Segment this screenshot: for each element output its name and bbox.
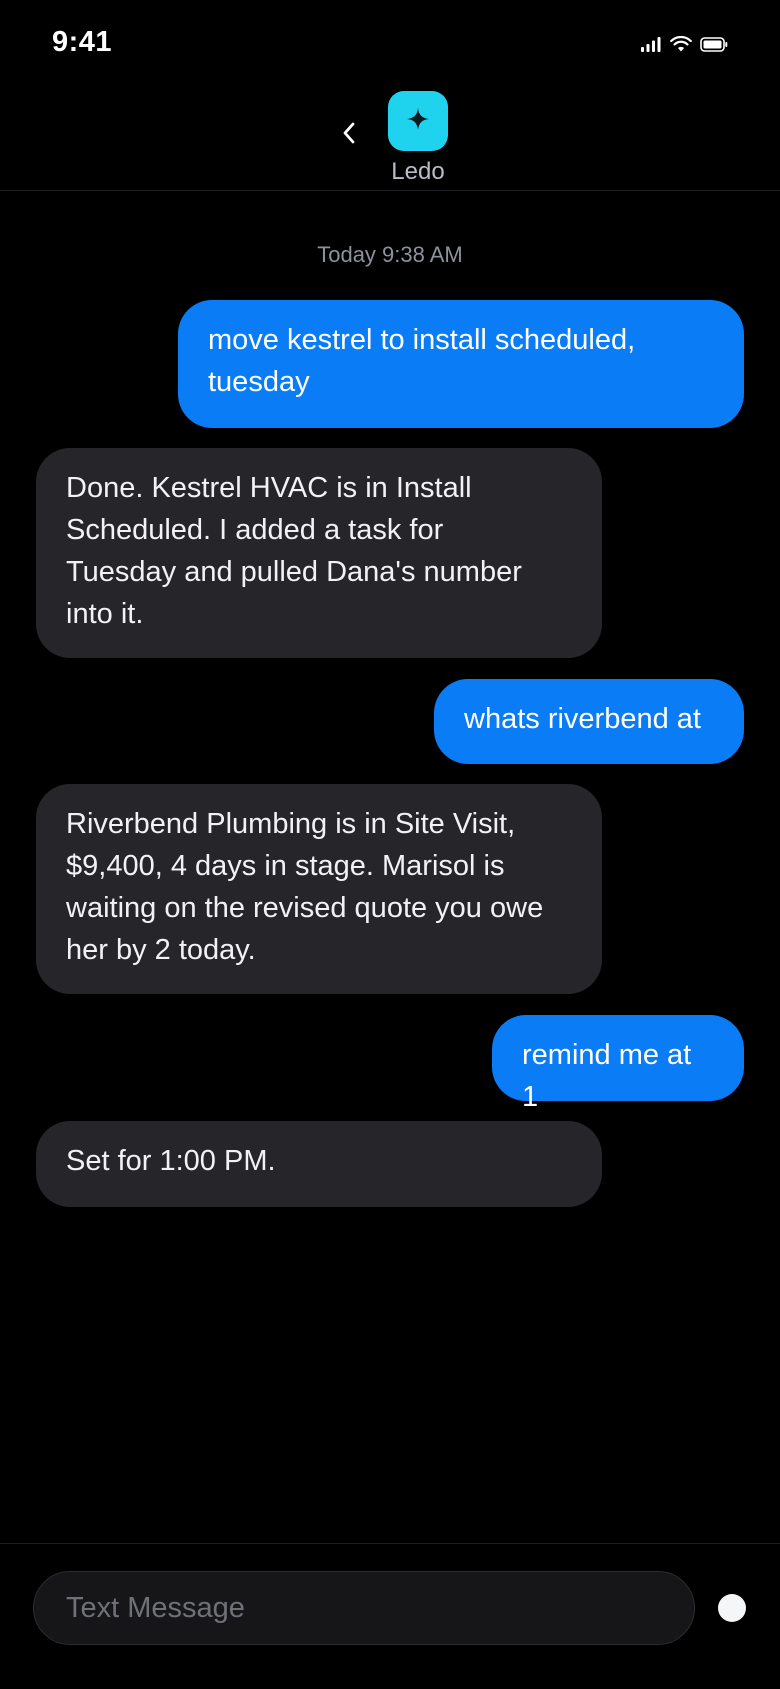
incoming-message-bubble[interactable]: Done. Kestrel HVAC is in Install Schedul…	[36, 448, 602, 658]
battery-icon	[700, 36, 728, 52]
message-input[interactable]	[64, 1590, 664, 1626]
contact-avatar[interactable]	[388, 91, 448, 151]
conversation-header: Ledo	[0, 88, 780, 191]
status-bar: 9:41	[0, 0, 780, 92]
outgoing-message-bubble[interactable]: whats riverbend at	[434, 679, 744, 764]
outgoing-message-bubble[interactable]: remind me at 1	[492, 1015, 744, 1113]
message-composer	[0, 1543, 780, 1689]
incoming-message-bubble[interactable]: Riverbend Plumbing is in Site Visit, $9,…	[36, 784, 602, 994]
outgoing-message-bubble[interactable]: move kestrel to install scheduled, tuesd…	[178, 300, 744, 428]
message-input-field[interactable]	[33, 1571, 695, 1645]
incoming-message-bubble[interactable]: Set for 1:00 PM.	[36, 1121, 602, 1207]
conversation-timestamp: Today 9:38 AM	[317, 242, 463, 267]
send-button[interactable]	[718, 1594, 746, 1622]
status-time: 9:41	[52, 26, 113, 58]
wifi-icon	[670, 36, 692, 52]
sparkle-icon	[406, 107, 430, 136]
back-button[interactable]	[334, 118, 364, 152]
contact-name[interactable]: Ledo	[0, 158, 780, 186]
status-icons	[640, 36, 728, 52]
chevron-left-icon	[342, 121, 356, 150]
cellular-signal-icon	[640, 36, 662, 52]
